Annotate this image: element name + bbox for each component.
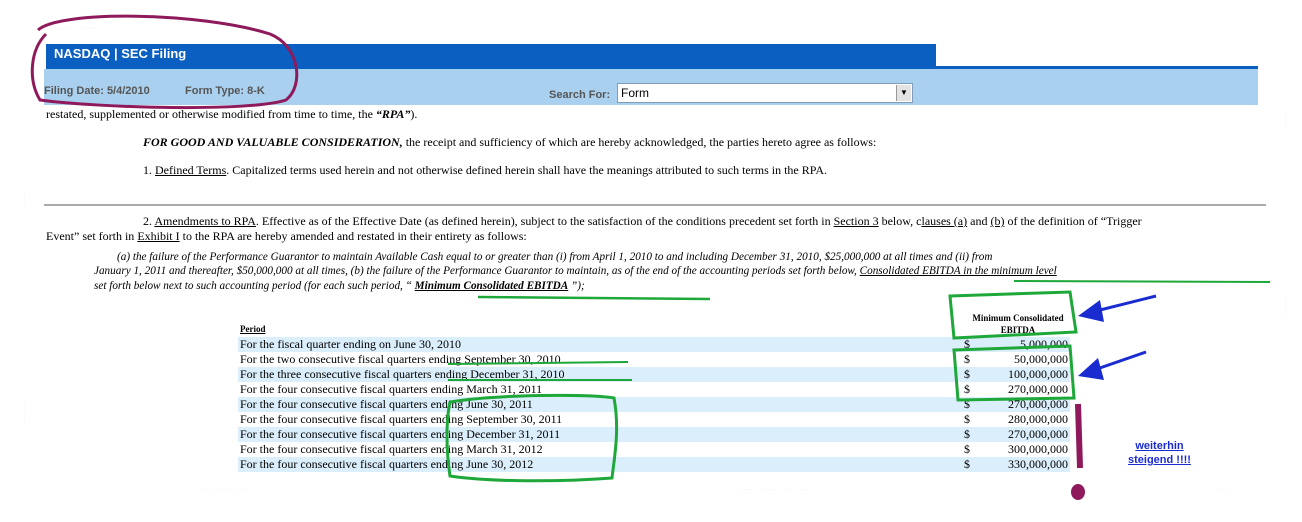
- row-currency: $: [964, 412, 970, 426]
- table-row: For the four consecutive fiscal quarters…: [238, 457, 1070, 472]
- row-value: 270,000,000: [1008, 397, 1068, 411]
- row-currency: $: [964, 442, 970, 456]
- search-select-value: Form: [621, 86, 649, 100]
- row-currency: $: [964, 457, 970, 471]
- row-currency: $: [964, 382, 970, 396]
- screenshot: NASDAQ | SEC Filing Filing Date: 5/4/201…: [0, 0, 1302, 522]
- row-period: For the two consecutive fiscal quarters …: [240, 352, 561, 366]
- row-value: 300,000,000: [1008, 442, 1068, 456]
- filing-date: Filing Date: 5/4/2010: [44, 85, 150, 97]
- table-row: For the four consecutive fiscal quarters…: [238, 397, 1070, 412]
- quote-line-1: (a) the failure of the Performance Guara…: [117, 251, 993, 263]
- consideration-paragraph: FOR GOOD AND VALUABLE CONSIDERATION, the…: [143, 135, 877, 149]
- row-currency: $: [964, 337, 970, 351]
- handwritten-note[interactable]: weiterhin steigend !!!!: [1128, 439, 1191, 467]
- row-period: For the four consecutive fiscal quarters…: [240, 457, 534, 471]
- search-label: Search For:: [549, 89, 611, 101]
- row-currency: $: [964, 427, 970, 441]
- purple-dot: [1071, 484, 1085, 500]
- row-value: 5,000,000: [1020, 337, 1068, 351]
- table-row: For the two consecutive fiscal quarters …: [238, 352, 1070, 367]
- search-select[interactable]: Form ▼: [617, 83, 913, 103]
- page-separator: [44, 204, 1266, 206]
- table-row: For the four consecutive fiscal quarters…: [238, 427, 1070, 442]
- row-value: 270,000,000: [1008, 427, 1068, 441]
- chevron-down-icon[interactable]: ▼: [896, 85, 911, 101]
- row-currency: $: [964, 397, 970, 411]
- row-value: 280,000,000: [1008, 412, 1068, 426]
- form-type: Form Type: 8-K: [185, 85, 265, 97]
- table-row: For the three consecutive fiscal quarter…: [238, 367, 1070, 382]
- row-period: For the four consecutive fiscal quarters…: [240, 442, 543, 456]
- row-period: For the four consecutive fiscal quarters…: [240, 382, 543, 396]
- section-2-line-2: Event” set forth in Exhibit I to the RPA…: [46, 229, 527, 243]
- quote-line-3: set forth below next to such accounting …: [94, 280, 585, 292]
- table-header-ebitda: Minimum Consolidated EBITDA: [972, 313, 1064, 335]
- table-row: For the four consecutive fiscal quarters…: [238, 382, 1070, 397]
- row-value: 330,000,000: [1008, 457, 1068, 471]
- row-period: For the four consecutive fiscal quarters…: [240, 397, 533, 411]
- table-header-period: Period: [240, 324, 266, 334]
- quote-line-2: January 1, 2011 and thereafter, $50,000,…: [94, 265, 1057, 277]
- row-period: For the three consecutive fiscal quarter…: [240, 367, 565, 381]
- row-currency: $: [964, 352, 970, 366]
- cut-line: restated, supplemented or otherwise modi…: [46, 107, 418, 121]
- row-period: For the four consecutive fiscal quarters…: [240, 427, 561, 441]
- row-value: 100,000,000: [1008, 367, 1068, 381]
- table-row: For the four consecutive fiscal quarters…: [238, 412, 1070, 427]
- row-value: 270,000,000: [1008, 382, 1068, 396]
- row-period: For the four consecutive fiscal quarters…: [240, 412, 563, 426]
- row-value: 50,000,000: [1014, 352, 1068, 366]
- section-2-line-1: 2. Amendments to RPA. Effective as of th…: [143, 214, 1142, 228]
- table-row: For the four consecutive fiscal quarters…: [238, 442, 1070, 457]
- row-period: For the fiscal quarter ending on June 30…: [240, 337, 461, 351]
- section-1-paragraph: 1. Defined Terms. Capitalized terms used…: [143, 163, 827, 177]
- header-title[interactable]: NASDAQ | SEC Filing: [54, 46, 186, 61]
- row-currency: $: [964, 367, 970, 381]
- table-row: For the fiscal quarter ending on June 30…: [238, 337, 1070, 352]
